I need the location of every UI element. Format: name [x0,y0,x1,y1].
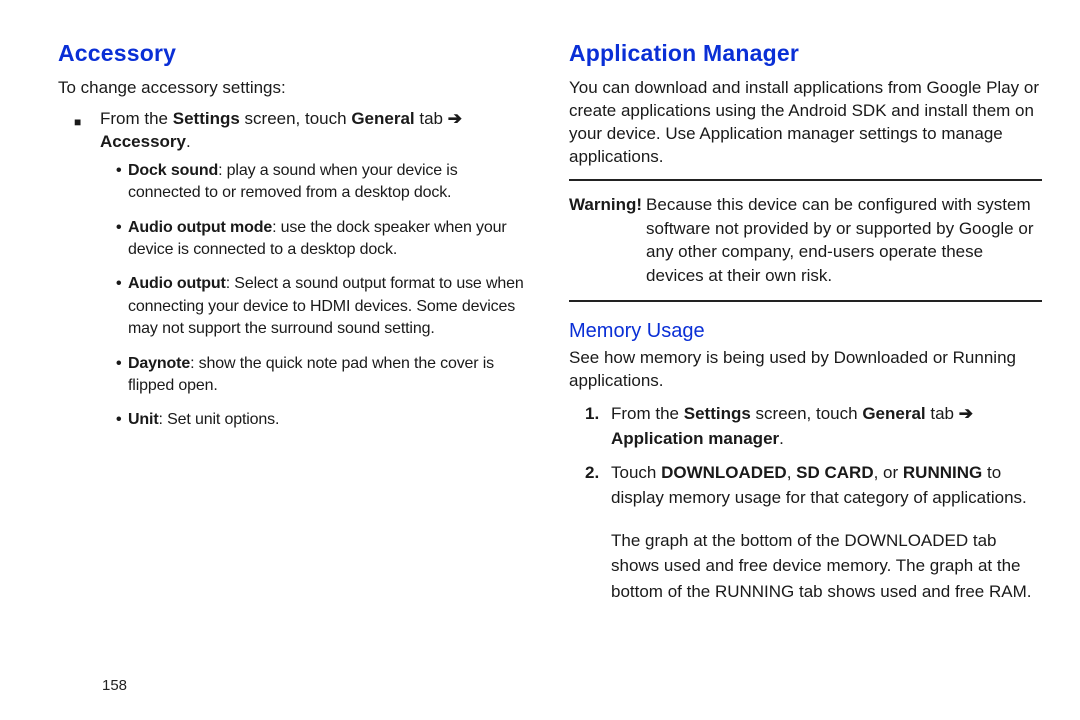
divider [569,179,1042,181]
t: Application manager [611,429,779,448]
t: RUNNING [903,463,982,482]
t: , [787,463,796,482]
t: tab [415,109,448,128]
t: tab [926,404,959,423]
list-item: Audio output mode: use the dock speaker … [116,217,531,262]
step-text: Touch DOWNLOADED, SD CARD, or RUNNING to… [611,460,1042,511]
list-item: Audio output: Select a sound output form… [116,273,531,340]
warning-text: Because this device can be configured wi… [646,193,1042,288]
list-item: 2. Touch DOWNLOADED, SD CARD, or RUNNING… [585,460,1042,511]
square-bullet-icon: ■ [74,108,100,154]
t: From the [611,404,684,423]
heading-app-manager: Application Manager [569,40,1042,67]
t: Touch [611,463,661,482]
t: , or [874,463,903,482]
t: From the [100,109,173,128]
instruction-step: ■ From the Settings screen, touch Genera… [74,108,531,154]
step-number: 2. [585,460,611,511]
intro-text: To change accessory settings: [58,77,531,100]
bullet-list: Dock sound: play a sound when your devic… [116,160,531,432]
manual-page: Accessory To change accessory settings: … [0,0,1080,720]
item-title: Audio output mode [128,219,272,236]
item-title: Unit [128,411,159,428]
arrow-icon: ➔ [959,404,973,423]
divider [569,300,1042,302]
step-text: From the Settings screen, touch General … [611,401,1042,452]
t: DOWNLOADED [661,463,787,482]
t: SD CARD [796,463,873,482]
right-column: Application Manager You can download and… [559,40,1042,700]
t: General [351,109,414,128]
intro-text: You can download and install application… [569,77,1042,169]
numbered-steps: 1. From the Settings screen, touch Gener… [585,401,1042,511]
subheading-memory: Memory Usage [569,320,1042,343]
t: Accessory [100,132,186,151]
t: screen, touch [751,404,863,423]
left-column: Accessory To change accessory settings: … [58,40,559,700]
t: screen, touch [240,109,352,128]
arrow-icon: ➔ [448,109,462,128]
list-item: Unit: Set unit options. [116,409,531,431]
list-item: 1. From the Settings screen, touch Gener… [585,401,1042,452]
list-item: Daynote: show the quick note pad when th… [116,353,531,398]
t: General [862,404,925,423]
step-text: From the Settings screen, touch General … [100,108,531,154]
trailing-paragraph: The graph at the bottom of the DOWNLOADE… [611,528,1042,605]
item-title: Audio output [128,275,226,292]
warning-label: Warning! [569,193,646,288]
item-body: : Set unit options. [159,411,280,428]
t: . [779,429,784,448]
t: Settings [684,404,751,423]
t: . [186,132,191,151]
step-number: 1. [585,401,611,452]
t: Settings [173,109,240,128]
page-number: 158 [102,677,127,694]
sub-intro: See how memory is being used by Download… [569,347,1042,393]
item-title: Dock sound [128,162,218,179]
heading-accessory: Accessory [58,40,531,67]
warning-block: Warning! Because this device can be conf… [569,191,1042,290]
item-title: Daynote [128,355,190,372]
list-item: Dock sound: play a sound when your devic… [116,160,531,205]
